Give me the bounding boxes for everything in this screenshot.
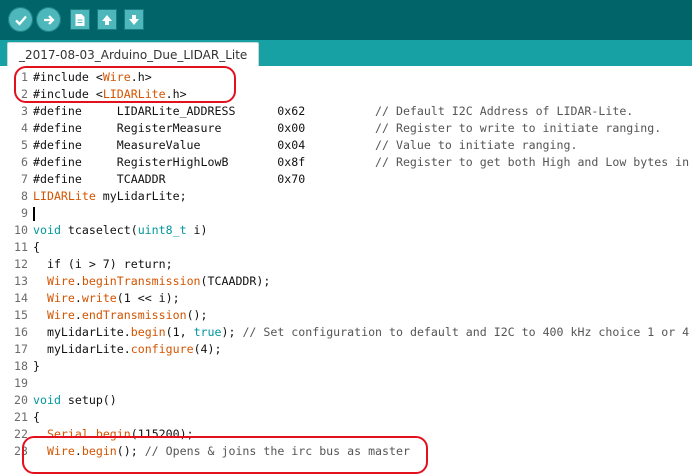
line-code: #define RegisterMeasure 0x00 // Register… [33,121,662,135]
sketch-tab-label: _2017-08-03_Arduino_Due_LIDAR_Lite [19,48,248,62]
line-number: 5 [21,138,28,152]
line-number: 19 [14,376,28,390]
sketch-tab[interactable]: _2017-08-03_Arduino_Due_LIDAR_Lite [7,42,260,67]
line-code: myLidarLite.configure(4); [33,342,222,356]
line-code: #define LIDARLite_ADDRESS 0x62 // Defaul… [33,104,634,118]
checkmark-icon [14,15,27,26]
line-code: Wire.beginTransmission(TCAADDR); [46,274,271,288]
line-number: 12 [14,257,28,271]
tab-bar: _2017-08-03_Arduino_Due_LIDAR_Lite [0,40,692,67]
line-number: 20 [14,393,28,407]
line-number: 9 [21,206,28,220]
line-number: 4 [21,121,28,135]
arrow-right-icon [43,14,55,25]
line-code: void setup() [33,393,117,407]
line-code: } [33,359,40,373]
line-code: LIDARLite myLidarLite; [33,189,187,203]
line-code: #define RegisterHighLowB 0x8f // Registe… [33,155,692,169]
line-number: 22 [14,427,28,441]
line-code: myLidarLite.begin(1, true); // Set confi… [33,325,690,339]
arrow-down-icon [129,14,139,25]
line-number: 3 [21,104,28,118]
line-number: 17 [14,342,28,356]
upload-button[interactable] [36,7,61,32]
line-number: 6 [21,155,28,169]
line-number: 8 [21,189,28,203]
line-number: 2 [21,87,28,101]
line-code: Wire.begin(); // Opens & joins the irc b… [46,444,410,458]
line-number: 7 [21,172,28,186]
code-editor[interactable]: 1 #include <Wire.h> 2 #include <LIDARLite.h… [0,66,692,460]
open-button[interactable] [97,9,117,30]
line-number: 10 [14,223,28,237]
text-cursor [33,207,35,221]
line-code: #define TCAADDR 0x70 [33,172,306,186]
line-code: { [33,410,40,424]
line-code: #include <Wire.h> [33,70,152,84]
line-number: 11 [14,240,28,254]
line-number: 23 [14,444,28,458]
line-code: if (i > 7) return; [33,257,173,271]
verify-button[interactable] [8,7,33,32]
line-number: 1 [21,70,28,84]
toolbar [0,0,692,40]
line-number: 21 [14,410,28,424]
new-file-icon [75,13,85,26]
line-code: Wire.write(1 << i); [46,291,180,305]
line-number: 14 [14,291,28,305]
line-code: void tcaselect(uint8_t i) [33,223,208,237]
line-code: { [33,240,40,254]
line-code: Wire.endTransmission(); [46,308,208,322]
arrow-up-icon [102,14,112,25]
line-number: 18 [14,359,28,373]
save-button[interactable] [124,9,144,30]
line-code: #define MeasureValue 0x04 // Value to in… [33,138,578,152]
line-number: 16 [14,325,28,339]
line-number: 15 [14,308,28,322]
line-code: #include <LIDARLite.h> [33,87,187,101]
new-button[interactable] [70,9,90,30]
line-number: 13 [14,274,28,288]
line-code: Serial.begin(115200); [46,427,194,441]
